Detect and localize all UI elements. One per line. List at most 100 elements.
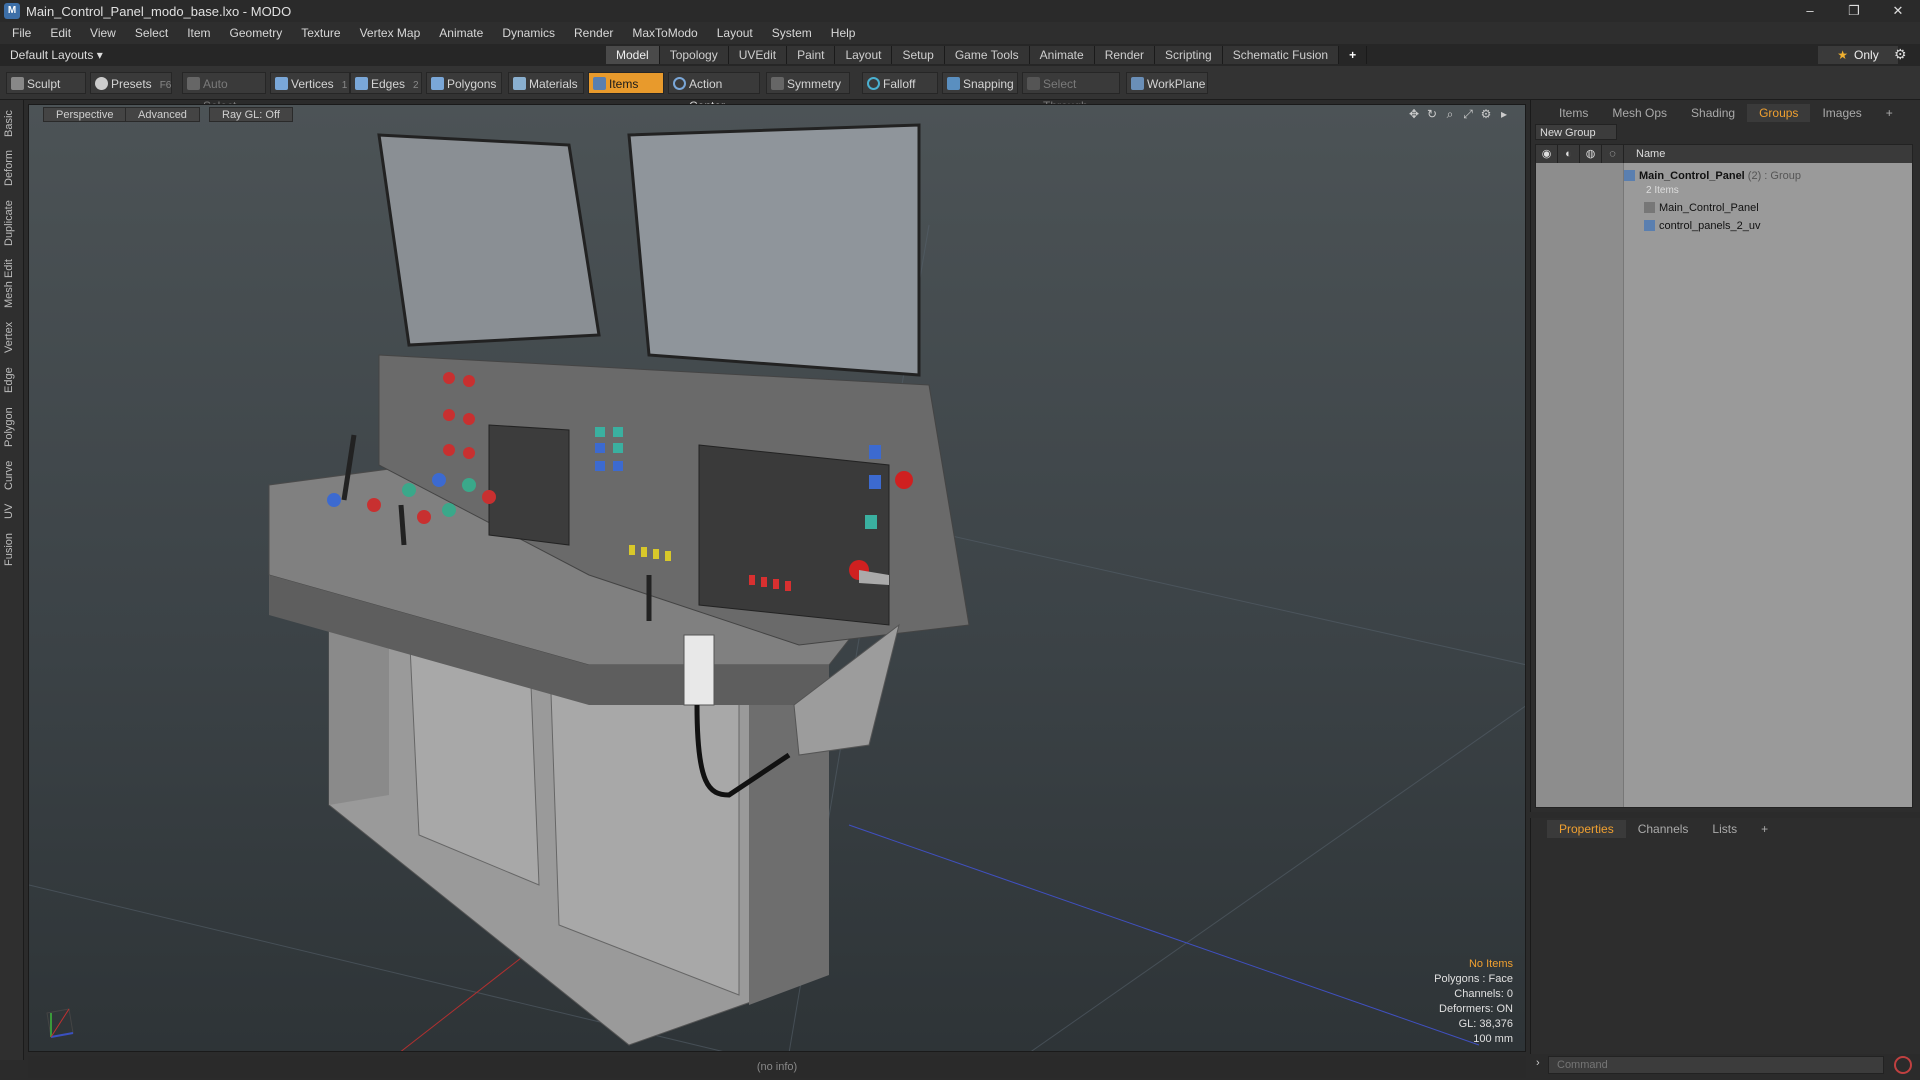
pan-icon[interactable]: ✥ xyxy=(1405,107,1423,122)
shading-mode-button[interactable]: Advanced xyxy=(125,107,200,122)
zoom-icon[interactable]: ⌕ xyxy=(1441,107,1459,122)
left-display xyxy=(488,424,570,546)
tab-uvedit[interactable]: UVEdit xyxy=(728,46,788,64)
sculpt-button[interactable]: Sculpt xyxy=(6,72,86,94)
falloff-button[interactable]: Falloff xyxy=(862,72,938,94)
add-panel-tab-button[interactable]: + xyxy=(1874,104,1905,122)
record-icon[interactable] xyxy=(1894,1056,1912,1074)
select-column-icon[interactable]: ◌ xyxy=(1602,145,1624,163)
menu-bar: File Edit View Select Item Geometry Text… xyxy=(0,22,1920,44)
locator-icon xyxy=(1644,202,1655,213)
group-child-row[interactable]: Main_Control_Panel xyxy=(1644,199,1759,217)
workplane-button[interactable]: WorkPlane xyxy=(1126,72,1208,94)
edges-button[interactable]: Edges 2 xyxy=(350,72,422,94)
name-column-header[interactable]: Name xyxy=(1624,145,1665,163)
symmetry-button[interactable]: Symmetry xyxy=(766,72,850,94)
lock-column-icon[interactable]: ◍ xyxy=(1580,145,1602,163)
tab-game-tools[interactable]: Game Tools xyxy=(944,46,1030,64)
tab-mesh-ops[interactable]: Mesh Ops xyxy=(1600,104,1679,122)
tab-schematic-fusion[interactable]: Schematic Fusion xyxy=(1222,46,1340,64)
tab-lists[interactable]: Lists xyxy=(1700,820,1749,838)
tab-layout[interactable]: Layout xyxy=(835,46,893,64)
group-child-row[interactable]: control_panels_2_uv xyxy=(1644,217,1761,235)
items-button[interactable]: Items xyxy=(588,72,664,94)
presets-button[interactable]: Presets F6 xyxy=(90,72,172,94)
raygl-button[interactable]: Ray GL: Off xyxy=(209,107,293,122)
tab-shading[interactable]: Shading xyxy=(1679,104,1747,122)
vertices-button[interactable]: Vertices 1 xyxy=(270,72,350,94)
tab-vertex[interactable]: Vertex xyxy=(3,316,21,358)
menu-help[interactable]: Help xyxy=(831,26,856,40)
polygons-button[interactable]: Polygons xyxy=(426,72,502,94)
settings-icon[interactable]: ⚙ xyxy=(1477,107,1495,122)
group-item-count: 2 Items xyxy=(1646,185,1679,196)
menu-system[interactable]: System xyxy=(772,26,812,40)
menu-edit[interactable]: Edit xyxy=(50,26,71,40)
layout-selector[interactable]: Default Layouts ▾ xyxy=(10,48,103,62)
fit-icon[interactable]: ⤢ xyxy=(1459,107,1477,122)
menu-view[interactable]: View xyxy=(90,26,116,40)
viewport-tools: ✥ ↻ ⌕ ⤢ ⚙ ▸ xyxy=(1405,107,1513,122)
tab-render[interactable]: Render xyxy=(1094,46,1156,64)
grid-scale-info: 100 mm xyxy=(1473,1033,1513,1045)
falloff-icon xyxy=(867,77,880,90)
command-input[interactable] xyxy=(1548,1056,1884,1074)
properties-panel: Properties Channels Lists + xyxy=(1530,818,1920,1054)
select-through-button[interactable]: Select Through xyxy=(1022,72,1120,113)
tab-duplicate[interactable]: Duplicate xyxy=(3,194,21,252)
add-tab-button[interactable]: + xyxy=(1339,46,1368,64)
menu-render[interactable]: Render xyxy=(574,26,613,40)
tab-uv[interactable]: UV xyxy=(3,498,21,524)
gear-icon[interactable]: ⚙ xyxy=(1894,46,1907,63)
tab-topology[interactable]: Topology xyxy=(659,46,729,64)
only-toggle[interactable]: ★ Only xyxy=(1818,46,1898,64)
action-center-button[interactable]: Action Center xyxy=(668,72,760,113)
channels-info: Channels: 0 xyxy=(1454,988,1513,1000)
view-mode-button[interactable]: Perspective xyxy=(43,107,127,122)
properties-tabs: Properties Channels Lists + xyxy=(1547,820,1780,838)
tab-groups[interactable]: Groups xyxy=(1747,104,1811,122)
menu-layout[interactable]: Layout xyxy=(717,26,753,40)
menu-select[interactable]: Select xyxy=(135,26,168,40)
3d-viewport[interactable]: Perspective Advanced Ray GL: Off ✥ ↻ ⌕ ⤢… xyxy=(28,104,1526,1052)
menu-geometry[interactable]: Geometry xyxy=(230,26,283,40)
tab-items[interactable]: Items xyxy=(1547,104,1600,122)
close-button[interactable]: ✕ xyxy=(1876,0,1920,22)
tab-animate[interactable]: Animate xyxy=(1029,46,1095,64)
menu-texture[interactable]: Texture xyxy=(301,26,340,40)
materials-button[interactable]: Materials xyxy=(508,72,584,94)
tab-deform[interactable]: Deform xyxy=(3,146,21,190)
menu-file[interactable]: File xyxy=(12,26,31,40)
tab-paint[interactable]: Paint xyxy=(787,46,836,64)
tab-basic[interactable]: Basic xyxy=(3,106,21,142)
menu-maxtomodo[interactable]: MaxToModo xyxy=(632,26,697,40)
add-properties-tab-button[interactable]: + xyxy=(1749,820,1780,838)
menu-dynamics[interactable]: Dynamics xyxy=(502,26,555,40)
auto-select-button[interactable]: Auto Select xyxy=(182,72,266,113)
tab-setup[interactable]: Setup xyxy=(892,46,945,64)
menu-animate[interactable]: Animate xyxy=(439,26,483,40)
new-group-button[interactable]: New Group xyxy=(1535,124,1617,140)
window-controls: – ❐ ✕ xyxy=(1788,0,1920,22)
tab-images[interactable]: Images xyxy=(1810,104,1873,122)
snapping-button[interactable]: Snapping xyxy=(942,72,1018,94)
expand-arrow-icon[interactable]: ▸ xyxy=(1495,107,1513,122)
title-bar: M Main_Control_Panel_modo_base.lxo - MOD… xyxy=(0,0,1920,22)
tab-scripting[interactable]: Scripting xyxy=(1155,46,1223,64)
tab-polygon[interactable]: Polygon xyxy=(3,402,21,452)
menu-item[interactable]: Item xyxy=(187,26,210,40)
tab-model[interactable]: Model xyxy=(606,46,660,64)
tab-curve[interactable]: Curve xyxy=(3,456,21,494)
tab-channels[interactable]: Channels xyxy=(1626,820,1701,838)
window-title: Main_Control_Panel_modo_base.lxo - MODO xyxy=(26,3,292,19)
render-column-icon[interactable]: ◐ xyxy=(1558,145,1580,163)
maximize-button[interactable]: ❐ xyxy=(1832,0,1876,22)
visibility-column-icon[interactable]: ◉ xyxy=(1536,145,1558,163)
rotate-icon[interactable]: ↻ xyxy=(1423,107,1441,122)
tab-properties[interactable]: Properties xyxy=(1547,820,1626,838)
tab-edge[interactable]: Edge xyxy=(3,362,21,398)
tab-mesh-edit[interactable]: Mesh Edit xyxy=(3,256,21,312)
minimize-button[interactable]: – xyxy=(1788,0,1832,22)
menu-vertex-map[interactable]: Vertex Map xyxy=(360,26,421,40)
tab-fusion[interactable]: Fusion xyxy=(3,528,21,570)
